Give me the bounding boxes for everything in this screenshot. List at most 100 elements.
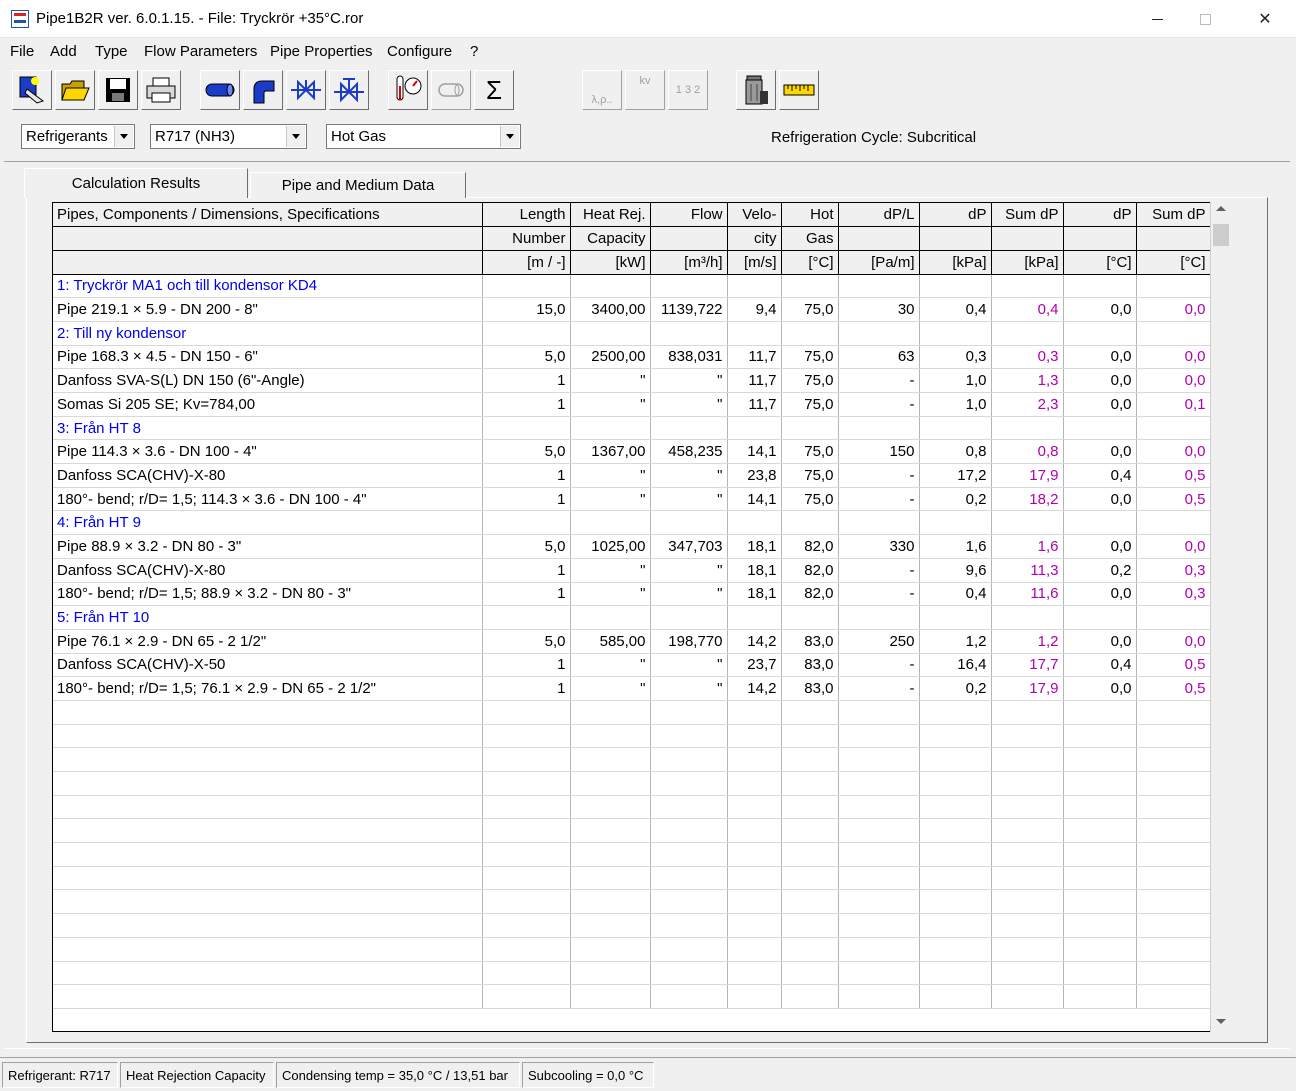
empty-row[interactable] bbox=[53, 771, 1210, 796]
empty-row[interactable] bbox=[53, 795, 1210, 820]
scroll-down-icon[interactable] bbox=[1216, 1019, 1226, 1024]
column-header[interactable]: [Pa/m] bbox=[838, 250, 920, 275]
column-header[interactable]: [°C] bbox=[781, 250, 839, 275]
group-row[interactable]: 3: Från HT 8 bbox=[53, 416, 1210, 441]
column-header[interactable] bbox=[53, 226, 483, 251]
column-header[interactable]: Capacity bbox=[570, 226, 651, 251]
table-row[interactable]: Pipe 88.9 × 3.2 - DN 80 - 3" 5,0 1025,00 34… bbox=[53, 534, 1210, 559]
column-header[interactable]: [m / -] bbox=[482, 250, 571, 275]
add-pipe-button[interactable] bbox=[200, 70, 240, 110]
table-row[interactable]: Danfoss SVA-S(L) DN 150 (6"-Angle) 1 " " 11,… bbox=[53, 368, 1210, 393]
table-row[interactable]: Danfoss SCA(CHV)-X-50 1 " " 23,7 83,0-16,4 17,… bbox=[53, 653, 1210, 678]
menu-flow-parameters[interactable]: Flow Parameters bbox=[144, 43, 257, 60]
table-row[interactable]: Somas Si 205 SE; Kv=784,00 1 " " 11,7 75,0-1,… bbox=[53, 392, 1210, 417]
column-header[interactable] bbox=[838, 226, 920, 251]
chevron-down-icon[interactable] bbox=[500, 126, 519, 147]
add-bend-button[interactable] bbox=[243, 70, 283, 110]
column-header[interactable]: dP/L bbox=[838, 203, 920, 228]
open-folder-button[interactable] bbox=[55, 70, 95, 110]
menu-type[interactable]: Type bbox=[95, 43, 128, 60]
new-file-button[interactable] bbox=[12, 70, 52, 110]
chevron-down-icon[interactable] bbox=[114, 126, 133, 147]
table-row[interactable]: Danfoss SCA(CHV)-X-80 1 " " 18,1 82,0-9,6 11,3… bbox=[53, 558, 1210, 583]
table-row[interactable]: Pipe 114.3 × 3.6 - DN 100 - 4" 5,0 1367,00… bbox=[53, 439, 1210, 465]
column-header[interactable]: Sum dP bbox=[991, 203, 1064, 228]
group-row[interactable]: 5: Från HT 10 bbox=[53, 605, 1210, 630]
table-row[interactable]: 180°- bend; r/D= 1,5; 76.1 × 2.9 - DN 65… bbox=[53, 676, 1210, 701]
category-select[interactable]: Refrigerants bbox=[21, 124, 135, 149]
menu-file[interactable]: File bbox=[10, 43, 34, 60]
column-header[interactable]: [m/s] bbox=[727, 250, 782, 275]
column-header[interactable]: [kPa] bbox=[991, 250, 1064, 275]
column-header[interactable] bbox=[650, 226, 728, 251]
sum-button[interactable]: Σ bbox=[474, 70, 514, 110]
insulation-button[interactable] bbox=[431, 70, 471, 110]
save-button[interactable] bbox=[98, 70, 138, 110]
column-header[interactable]: [kPa] bbox=[919, 250, 992, 275]
numbering-button[interactable]: 1 3 2 bbox=[668, 70, 708, 110]
vertical-scrollbar[interactable] bbox=[1210, 202, 1231, 1032]
line-type-select[interactable]: Hot Gas bbox=[326, 124, 521, 149]
column-header[interactable]: Gas bbox=[781, 226, 839, 251]
column-header[interactable] bbox=[1136, 226, 1210, 251]
menu-configure[interactable]: Configure bbox=[387, 43, 452, 60]
ruler-button[interactable] bbox=[779, 70, 819, 110]
results-grid[interactable]: Pipes, Components / Dimensions, Specific… bbox=[52, 202, 1210, 1032]
menu-pipe-properties[interactable]: Pipe Properties bbox=[270, 43, 373, 60]
column-header[interactable]: [m³/h] bbox=[650, 250, 728, 275]
empty-row[interactable] bbox=[53, 984, 1210, 1009]
group-row[interactable]: 1: Tryckrör MA1 och till kondensor KD4 bbox=[53, 274, 1210, 299]
column-header[interactable]: Pipes, Components / Dimensions, Specific… bbox=[53, 203, 483, 228]
refrigerant-select[interactable]: R717 (NH3) bbox=[150, 124, 307, 149]
scroll-up-icon[interactable] bbox=[1216, 206, 1226, 211]
column-header[interactable] bbox=[1063, 226, 1137, 251]
column-header[interactable] bbox=[991, 226, 1064, 251]
empty-row[interactable] bbox=[53, 937, 1210, 962]
empty-row[interactable] bbox=[53, 842, 1210, 867]
empty-row[interactable] bbox=[53, 889, 1210, 915]
add-valve-button[interactable] bbox=[286, 70, 326, 110]
menu-add[interactable]: Add bbox=[50, 43, 77, 60]
close-button[interactable]: ✕ bbox=[1242, 0, 1288, 38]
column-header[interactable]: dP bbox=[1063, 203, 1137, 228]
column-header[interactable]: Flow bbox=[650, 203, 728, 228]
tab-pipe-and-medium-data[interactable]: Pipe and Medium Data bbox=[250, 172, 466, 198]
column-header[interactable]: [kW] bbox=[570, 250, 651, 275]
chevron-down-icon[interactable] bbox=[286, 126, 305, 147]
menu-help[interactable]: ? bbox=[470, 43, 478, 60]
column-header[interactable]: city bbox=[727, 226, 782, 251]
table-row[interactable]: Danfoss SCA(CHV)-X-80 1 " " 23,8 75,0-17,2 17,… bbox=[53, 463, 1210, 488]
table-row[interactable]: Pipe 168.3 × 4.5 - DN 150 - 6" 5,0 2500,00… bbox=[53, 345, 1210, 370]
column-header[interactable] bbox=[919, 226, 992, 251]
medium-properties-button[interactable]: λ,ρ.. bbox=[582, 70, 622, 110]
maximize-button[interactable] bbox=[1182, 0, 1228, 38]
column-header[interactable]: Heat Rej. bbox=[570, 203, 651, 228]
empty-row[interactable] bbox=[53, 724, 1210, 749]
table-row[interactable]: Pipe 219.1 × 5.9 - DN 200 - 8" 15,0 3400,0… bbox=[53, 297, 1210, 322]
column-header[interactable]: Velo- bbox=[727, 203, 782, 228]
column-header[interactable]: [°C] bbox=[1136, 250, 1210, 275]
kv-button[interactable]: kv bbox=[625, 70, 665, 110]
column-header[interactable]: [°C] bbox=[1063, 250, 1137, 275]
thermometer-button[interactable] bbox=[388, 70, 428, 110]
empty-row[interactable] bbox=[53, 818, 1210, 844]
column-header[interactable]: Sum dP bbox=[1136, 203, 1210, 228]
delete-button[interactable] bbox=[736, 70, 776, 110]
empty-row[interactable] bbox=[53, 866, 1210, 891]
empty-row[interactable] bbox=[53, 747, 1210, 772]
table-row[interactable]: 180°- bend; r/D= 1,5; 88.9 × 3.2 - DN 80… bbox=[53, 582, 1210, 607]
table-row[interactable]: Pipe 76.1 × 2.9 - DN 65 - 2 1/2" 5,0 585,0… bbox=[53, 629, 1210, 654]
column-header[interactable] bbox=[53, 250, 483, 275]
column-header[interactable]: Number bbox=[482, 226, 571, 251]
empty-row[interactable] bbox=[53, 700, 1210, 725]
add-actuated-valve-button[interactable] bbox=[329, 70, 369, 110]
tab-calculation-results[interactable]: Calculation Results bbox=[24, 168, 248, 198]
empty-row[interactable] bbox=[53, 913, 1210, 938]
column-header[interactable]: Length bbox=[482, 203, 571, 228]
empty-row[interactable] bbox=[53, 961, 1210, 986]
print-button[interactable] bbox=[141, 70, 181, 110]
minimize-button[interactable] bbox=[1134, 0, 1180, 38]
table-row[interactable]: 180°- bend; r/D= 1,5; 114.3 × 3.6 - DN 1… bbox=[53, 487, 1210, 512]
group-row[interactable]: 2: Till ny kondensor bbox=[53, 321, 1210, 346]
column-header[interactable]: Hot bbox=[781, 203, 839, 228]
